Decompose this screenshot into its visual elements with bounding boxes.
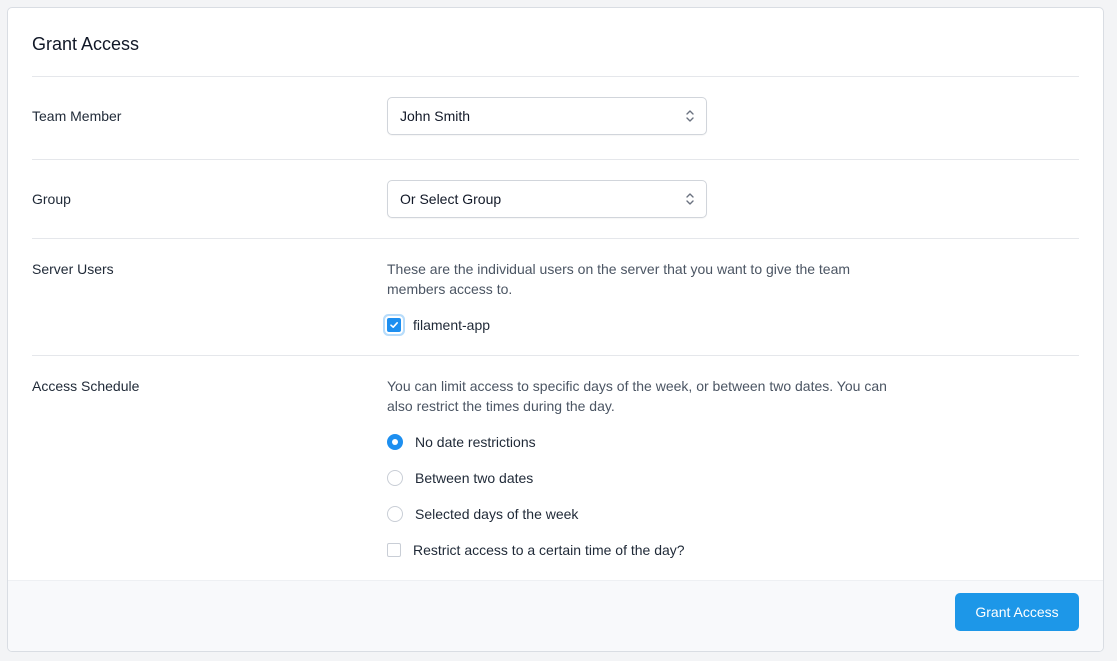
- divider: [32, 238, 1079, 239]
- radio-days-of-week[interactable]: [387, 506, 403, 522]
- radio-label: No date restrictions: [415, 434, 536, 450]
- divider: [32, 159, 1079, 160]
- grant-access-card: Grant Access Team Member John Smith Grou…: [7, 7, 1104, 652]
- form-footer: Grant Access: [8, 580, 1103, 651]
- radio-between-dates[interactable]: [387, 470, 403, 486]
- radio-option-days-of-week[interactable]: Selected days of the week: [387, 505, 578, 523]
- page-title: Grant Access: [32, 34, 140, 54]
- group-value: Or Select Group: [400, 191, 502, 207]
- access-schedule-label: Access Schedule: [32, 378, 140, 394]
- radio-label: Selected days of the week: [415, 506, 579, 522]
- server-users-help: These are the individual users on the se…: [387, 261, 851, 297]
- server-user-label: filament-app: [413, 317, 491, 333]
- radio-label: Between two dates: [415, 470, 534, 486]
- checkmark-icon: [390, 322, 398, 328]
- grant-access-button[interactable]: Grant Access: [955, 593, 1079, 631]
- group-select[interactable]: Or Select Group: [387, 180, 707, 218]
- time-restriction-label: Restrict access to a certain time of the…: [413, 542, 685, 558]
- server-user-checkbox[interactable]: [387, 318, 401, 332]
- chevron-up-down-icon: [686, 193, 694, 205]
- chevron-up-down-icon: [686, 110, 694, 122]
- team-member-label: Team Member: [32, 108, 122, 124]
- time-restriction-checkbox[interactable]: [387, 543, 401, 557]
- group-label: Group: [32, 191, 71, 207]
- server-user-option[interactable]: filament-app: [387, 316, 490, 334]
- radio-option-no-restrictions[interactable]: No date restrictions: [387, 433, 536, 451]
- team-member-value: John Smith: [400, 108, 471, 124]
- team-member-select[interactable]: John Smith: [387, 97, 707, 135]
- divider: [32, 76, 1079, 77]
- radio-no-restrictions[interactable]: [387, 434, 403, 450]
- radio-option-between-dates[interactable]: Between two dates: [387, 469, 533, 487]
- divider: [32, 355, 1079, 356]
- access-schedule-help: You can limit access to specific days of…: [387, 378, 887, 414]
- time-restriction-option[interactable]: Restrict access to a certain time of the…: [387, 541, 685, 559]
- server-users-label: Server Users: [32, 261, 114, 277]
